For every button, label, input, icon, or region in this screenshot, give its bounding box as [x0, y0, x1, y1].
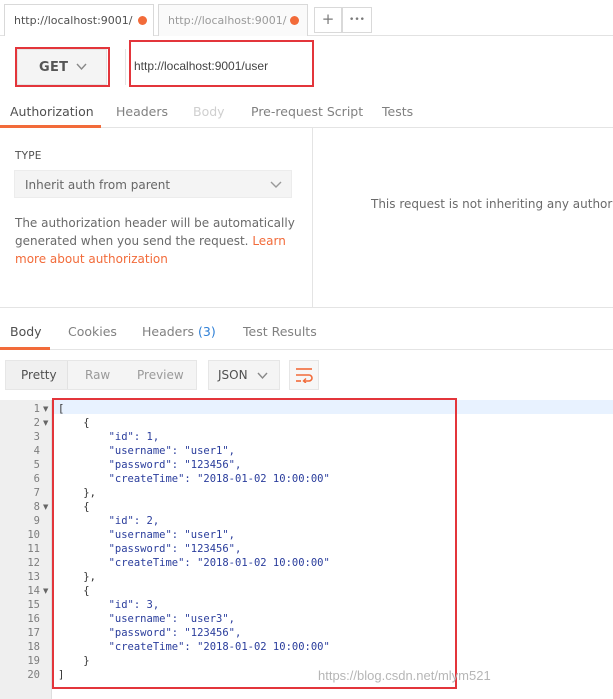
line-number: 7 — [33, 487, 40, 499]
line-number: 3 — [33, 431, 40, 443]
code-line: "username": "user1", — [58, 529, 236, 541]
unsaved-dot-icon — [290, 16, 299, 25]
tab-response-headers[interactable]: Headers (3) — [142, 324, 216, 339]
wrap-lines-button[interactable] — [289, 360, 319, 390]
code-line: ] — [58, 669, 65, 681]
method-label: GET — [39, 60, 69, 75]
chevron-down-icon — [257, 372, 268, 380]
wrap-lines-icon — [296, 368, 313, 383]
line-number: 19 — [27, 655, 40, 667]
line-number: 9 — [33, 515, 40, 527]
plus-icon: + — [321, 10, 335, 28]
line-number: 11 — [27, 543, 40, 555]
request-tab-2[interactable]: http://localhost:9001/ — [158, 4, 308, 36]
code-line: "createTime": "2018-01-02 10:00:00" — [58, 557, 330, 569]
tab-headers[interactable]: Headers — [116, 104, 168, 119]
tab-response-body[interactable]: Body — [10, 324, 42, 339]
inherit-auth-message: This request is not inheriting any autho… — [371, 197, 613, 211]
line-number: 10 — [27, 529, 40, 541]
response-body-viewer[interactable]: 1 2 3 4 5 6 7 8 9 10 11 12 13 14 15 16 1… — [0, 400, 613, 699]
url-input[interactable]: http://localhost:9001/user — [125, 49, 613, 85]
line-number: 4 — [33, 445, 40, 457]
language-value: JSON — [218, 368, 248, 382]
unsaved-dot-icon — [138, 16, 147, 25]
code-line: }, — [58, 571, 96, 583]
request-tab-label: http://localhost:9001/ — [14, 14, 133, 27]
chevron-down-icon — [270, 181, 282, 188]
auth-settings-panel: TYPE Inherit auth from parent The author… — [0, 128, 313, 308]
request-config-tabs: Authorization Headers Body Pre-request S… — [0, 96, 613, 128]
url-text: http://localhost:9001/user — [134, 59, 269, 73]
line-number: 6 — [33, 473, 40, 485]
code-line: { — [58, 501, 90, 513]
watermark-text: https://blog.csdn.net/mlym521 — [318, 668, 491, 683]
line-number: 2 — [33, 417, 40, 429]
format-raw-button[interactable]: Raw — [85, 368, 110, 382]
tab-test-results[interactable]: Test Results — [243, 324, 317, 339]
line-number: 14 — [27, 585, 40, 597]
tab-response-headers-label: Headers — [142, 324, 195, 339]
request-tab-label: http://localhost:9001/ — [168, 14, 287, 27]
line-number: 20 — [27, 669, 40, 681]
line-number: 15 — [27, 599, 40, 611]
auth-info-panel: This request is not inheriting any autho… — [313, 128, 613, 308]
tab-cookies[interactable]: Cookies — [68, 324, 117, 339]
line-number: 5 — [33, 459, 40, 471]
tab-pre-request-script[interactable]: Pre-request Script — [251, 104, 363, 119]
format-toggle-group: Pretty Raw Preview — [5, 360, 197, 390]
code-line: "username": "user1", — [58, 445, 236, 457]
line-number: 17 — [27, 627, 40, 639]
code-line: }, — [58, 487, 96, 499]
line-number: 12 — [27, 557, 40, 569]
code-line: "password": "123456", — [58, 627, 242, 639]
code-line: "password": "123456", — [58, 543, 242, 555]
line-number: 18 — [27, 641, 40, 653]
fold-arrow-icon[interactable]: ▼ — [43, 402, 48, 416]
headers-count-badge: (3) — [198, 324, 216, 339]
format-pretty-button[interactable]: Pretty — [21, 368, 57, 382]
code-line: { — [58, 585, 90, 597]
fold-arrow-icon[interactable]: ▼ — [43, 500, 48, 514]
more-tabs-button[interactable]: ••• — [342, 7, 372, 33]
code-line: "createTime": "2018-01-02 10:00:00" — [58, 473, 330, 485]
auth-type-select[interactable]: Inherit auth from parent — [14, 170, 292, 198]
request-tab-strip: http://localhost:9001/ http://localhost:… — [0, 0, 613, 36]
method-select[interactable]: GET — [17, 49, 107, 85]
response-toolbar: Pretty Raw Preview JSON — [0, 350, 613, 400]
code-line: "id": 1, — [58, 431, 160, 443]
auth-description: The authorization header will be automat… — [15, 214, 305, 268]
fold-arrow-icon[interactable]: ▼ — [43, 584, 48, 598]
tab-authorization[interactable]: Authorization — [10, 104, 94, 119]
new-tab-button[interactable]: + — [314, 7, 342, 33]
code-line: } — [58, 655, 90, 667]
code-line: "password": "123456", — [58, 459, 242, 471]
language-select[interactable]: JSON — [208, 360, 280, 390]
tab-body[interactable]: Body — [193, 104, 225, 119]
fold-arrow-icon[interactable]: ▼ — [43, 416, 48, 430]
response-tabs: Body Cookies Headers (3) Test Results — [0, 316, 613, 350]
code-line: "username": "user3", — [58, 613, 236, 625]
current-line-highlight — [52, 400, 613, 414]
line-number: 13 — [27, 571, 40, 583]
code-line: "id": 3, — [58, 599, 160, 611]
auth-type-label: TYPE — [15, 150, 42, 162]
line-number: 1 — [33, 403, 40, 415]
tab-tests[interactable]: Tests — [382, 104, 413, 119]
auth-type-value: Inherit auth from parent — [25, 178, 171, 192]
format-preview-button[interactable]: Preview — [137, 368, 184, 382]
more-dots-icon: ••• — [349, 15, 365, 25]
line-number: 16 — [27, 613, 40, 625]
code-line: { — [58, 417, 90, 429]
line-number: 8 — [33, 501, 40, 513]
code-line: "createTime": "2018-01-02 10:00:00" — [58, 641, 330, 653]
code-line: [ — [58, 403, 65, 415]
request-tab-1[interactable]: http://localhost:9001/ — [4, 4, 154, 36]
chevron-down-icon — [76, 63, 87, 71]
code-line: "id": 2, — [58, 515, 160, 527]
